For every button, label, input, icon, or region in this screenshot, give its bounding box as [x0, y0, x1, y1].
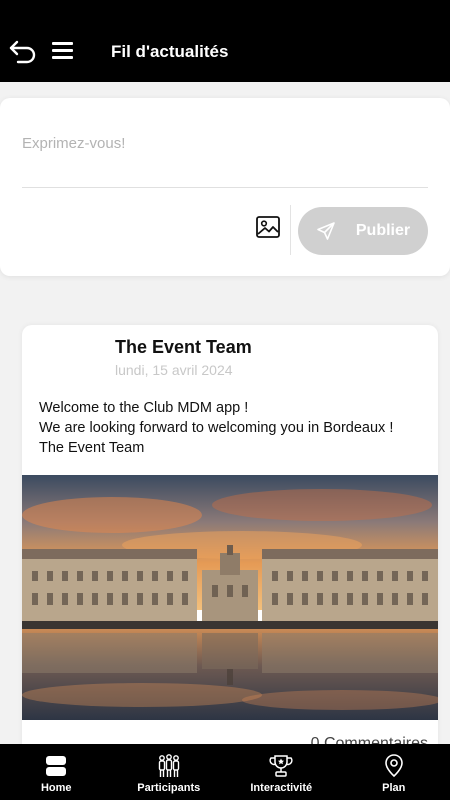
post-body-line: The Event Team [39, 440, 145, 456]
nav-label-plan: Plan [382, 782, 406, 794]
nav-label-participants: Participants [137, 782, 201, 794]
participants-icon [158, 754, 179, 777]
nav-item-plan[interactable]: Plan [338, 744, 450, 800]
nav-label-interactivite: Interactivité [250, 782, 313, 794]
nav-label-home: Home [40, 782, 72, 794]
post-author: The Event Team [115, 337, 252, 357]
trophy-icon [269, 755, 293, 777]
send-icon [317, 222, 335, 240]
back-arrow-icon[interactable] [8, 38, 38, 66]
image-icon[interactable] [255, 214, 281, 240]
top-header: Fil d'actualités [0, 0, 450, 82]
publish-button[interactable]: Publier [298, 207, 428, 255]
nav-item-participants[interactable]: Participants [113, 744, 226, 800]
bottom-nav: Home Participants Interactivité Plan [0, 744, 450, 800]
post-body-line: Welcome to the Club MDM app ! [39, 400, 249, 416]
hamburger-menu-icon[interactable] [52, 42, 74, 62]
publish-label: Publier [355, 222, 411, 239]
map-pin-icon [384, 754, 403, 778]
page-title: Fil d'actualités [111, 42, 229, 61]
post-photo[interactable] [22, 475, 438, 720]
post-body: Welcome to the Club MDM app ! We are loo… [39, 398, 393, 458]
app-root: Fil d'actualités Publier The Event Team … [0, 0, 450, 800]
home-icon [46, 756, 67, 776]
post-body-line: We are looking forward to welcoming you … [39, 420, 394, 436]
compose-divider [290, 205, 291, 255]
post-date: lundi, 15 avril 2024 [115, 362, 233, 378]
nav-item-interactivite[interactable]: Interactivité [225, 744, 338, 800]
nav-item-home[interactable]: Home [0, 744, 113, 800]
post-input[interactable] [22, 134, 428, 188]
